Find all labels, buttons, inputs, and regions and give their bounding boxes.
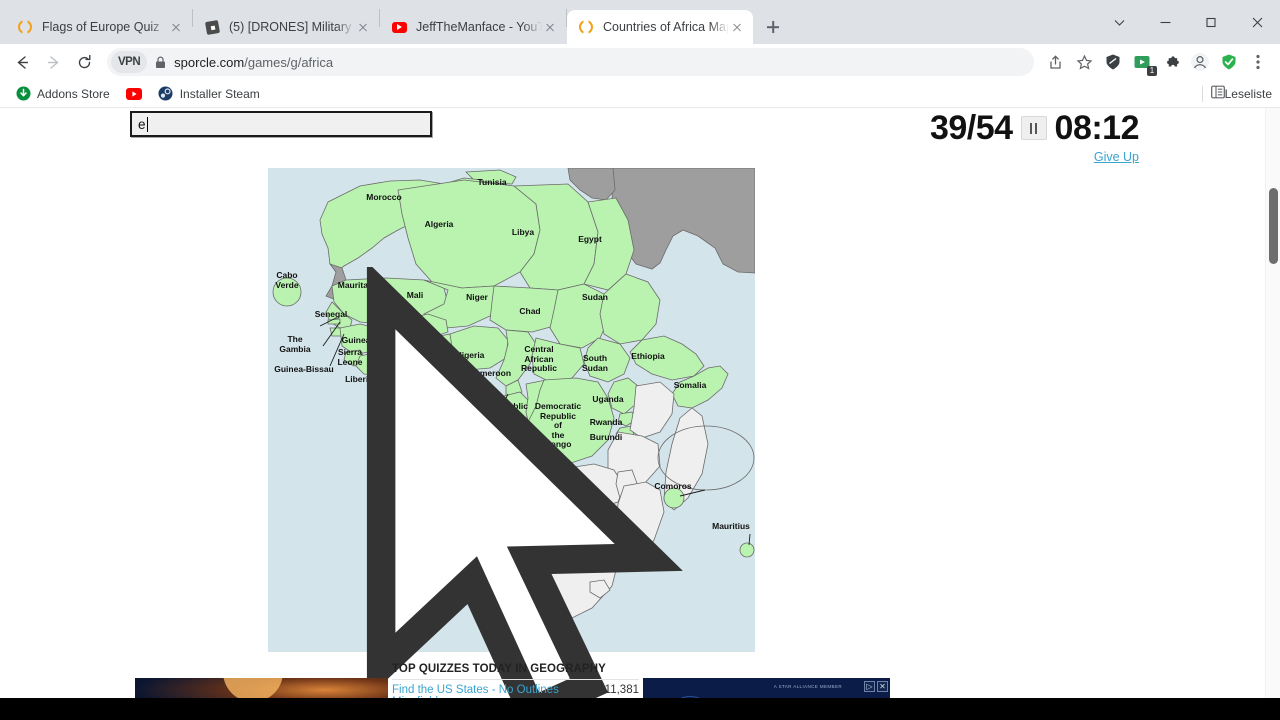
top-quizzes-heading: TOP QUIZZES TODAY IN GEOGRAPHY: [392, 663, 606, 675]
map-label-egypt: Egypt: [578, 234, 602, 244]
reading-list-button[interactable]: Leseliste: [1201, 85, 1272, 102]
pause-button[interactable]: [1020, 116, 1047, 140]
back-icon[interactable]: [8, 48, 36, 76]
browser-toolbar: VPN sporcle.com/games/g/africa 1: [0, 44, 1280, 80]
youtube-icon: [125, 86, 142, 102]
roblox-icon: [204, 19, 220, 35]
tab-flags-of-europe-quiz[interactable]: Flags of Europe Quiz: [6, 10, 192, 44]
download-circle-icon: [15, 86, 31, 102]
vpn-chip[interactable]: VPN: [111, 51, 148, 73]
ad-close-icon[interactable]: ✕: [877, 681, 888, 692]
window-controls: [1096, 0, 1280, 44]
address-bar[interactable]: VPN sporcle.com/games/g/africa: [107, 48, 1034, 76]
bookmark-divider: [1201, 85, 1203, 102]
score-display: 39/54: [929, 109, 1013, 147]
reading-list-label: Leseliste: [1224, 86, 1272, 101]
tab-military-tycoon[interactable]: (5) [DRONES] Military Tycoon - R: [193, 10, 379, 44]
url-path: /games/g/africa: [244, 54, 334, 70]
quiz-content: e 39/54 08:12 Give Up Tunisia Morocco Al…: [125, 108, 1155, 716]
tab-close-icon[interactable]: [168, 19, 184, 35]
give-up-link[interactable]: Give Up: [1094, 150, 1139, 164]
answer-input[interactable]: e: [130, 111, 432, 137]
tab-close-icon[interactable]: [355, 19, 371, 35]
bookmark-label: Installer Steam: [179, 86, 260, 101]
tab-title: (5) [DRONES] Military Tycoon - R: [229, 20, 355, 34]
tab-title: Flags of Europe Quiz: [42, 20, 160, 34]
map-label-libya: Libya: [511, 227, 535, 237]
chevron-down-icon[interactable]: [1096, 6, 1142, 38]
map-label-tunisia: Tunisia: [477, 177, 507, 187]
tab-title: Countries of Africa Map Quiz: [603, 20, 729, 34]
scrollbar-thumb[interactable]: [1269, 188, 1278, 264]
new-tab-button[interactable]: [759, 13, 787, 41]
tab-jeffthemanface-youtube[interactable]: JeffTheManface - YouTube: [380, 10, 566, 44]
sporcle-icon: [578, 19, 594, 35]
steam-icon: [158, 86, 174, 102]
map-label-morocco: Morocco: [366, 192, 402, 202]
tab-strip: Flags of Europe Quiz (5) [DRONES] Milita…: [0, 0, 1280, 44]
video-download-icon[interactable]: 1: [1128, 48, 1157, 76]
browser-window: Flags of Europe Quiz (5) [DRONES] Milita…: [0, 0, 1280, 720]
youtube-icon: [391, 19, 407, 35]
url-host: sporcle.com: [174, 54, 245, 70]
url-text: sporcle.com/games/g/africa: [174, 55, 333, 70]
tab-title: JeffTheManface - YouTube: [416, 20, 542, 34]
minimize-icon[interactable]: [1142, 6, 1188, 38]
score-timer-row: 39/54 08:12: [929, 108, 1140, 148]
shield-adblock-icon[interactable]: [1099, 48, 1127, 76]
quiz-header: e 39/54 08:12 Give Up: [125, 108, 1155, 164]
sporcle-icon: [17, 19, 33, 35]
bookmark-installer-steam[interactable]: Installer Steam: [151, 83, 267, 105]
tab-close-icon[interactable]: [542, 19, 558, 35]
reload-icon[interactable]: [70, 48, 98, 76]
profile-icon[interactable]: [1186, 48, 1214, 76]
score-timer-panel: 39/54 08:12 Give Up: [929, 108, 1140, 164]
security-check-icon[interactable]: [1215, 48, 1243, 76]
reading-list-icon: [1210, 85, 1225, 102]
ad-info-icon[interactable]: ▷: [864, 681, 875, 692]
text-caret: [146, 116, 149, 132]
tab-countries-of-africa-map-quiz[interactable]: Countries of Africa Map Quiz: [567, 10, 753, 44]
page-viewport: e 39/54 08:12 Give Up Tunisia Morocco Al…: [0, 108, 1280, 716]
video-download-badge: 1: [1147, 66, 1157, 76]
extensions-puzzle-icon[interactable]: [1157, 48, 1185, 76]
bookmark-addons-store[interactable]: Addons Store: [8, 83, 117, 105]
page-scrollbar[interactable]: [1265, 108, 1280, 716]
ad-right-text: A STAR ALLIANCE MEMBER: [773, 684, 842, 689]
map-label-algeria: Algeria: [424, 219, 454, 229]
share-icon[interactable]: [1041, 48, 1069, 76]
ad-controls: ▷ ✕: [864, 681, 888, 692]
toolbar-icons: 1: [1040, 48, 1272, 76]
bookmark-label: Addons Store: [37, 86, 110, 101]
chrome-menu-icon[interactable]: [1244, 48, 1272, 76]
tab-close-icon[interactable]: [729, 19, 745, 35]
bookmarks-bar: Addons Store Installer Steam Leseliste: [0, 80, 1280, 108]
mouse-cursor: [280, 267, 683, 716]
answer-input-value: e: [138, 116, 146, 132]
bookmark-star-icon[interactable]: [1070, 48, 1098, 76]
timer-display: 08:12: [1054, 109, 1140, 147]
maximize-icon[interactable]: [1188, 6, 1234, 38]
lock-icon: [155, 56, 166, 69]
bookmark-youtube[interactable]: [119, 83, 149, 105]
close-icon[interactable]: [1234, 6, 1280, 38]
forward-icon[interactable]: [39, 48, 67, 76]
africa-map[interactable]: Tunisia Morocco Algeria Libya Egypt Cabo…: [268, 168, 755, 716]
screen-letterbox: [0, 698, 1280, 720]
